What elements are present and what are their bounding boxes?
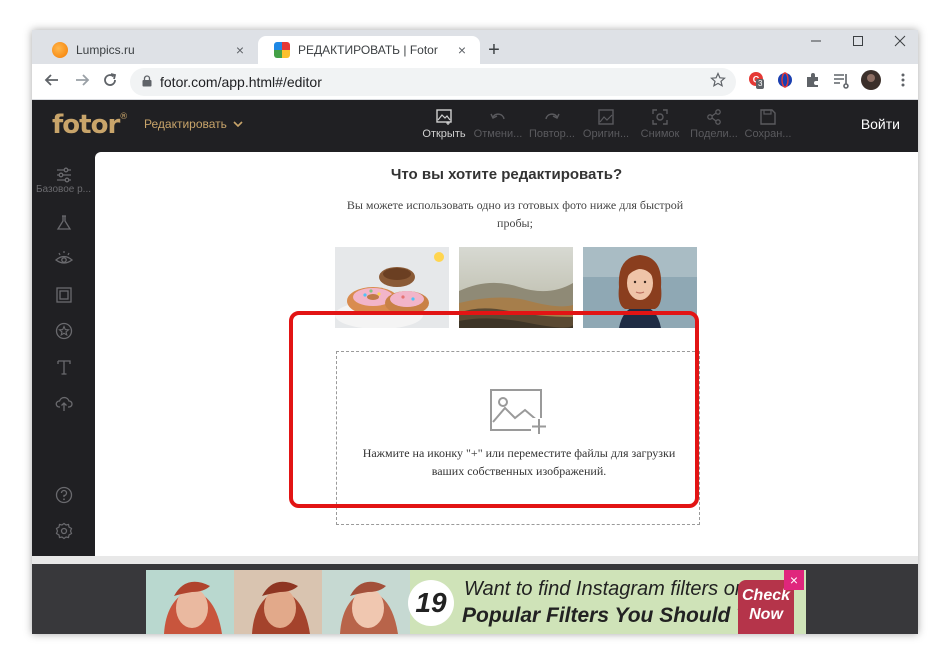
sidebar-item-stickers[interactable]	[32, 322, 95, 340]
gear-icon	[55, 522, 72, 540]
save-button[interactable]: Сохран...	[742, 108, 794, 140]
sidebar-item-help[interactable]	[32, 486, 95, 504]
open-button[interactable]: Открыть	[418, 108, 470, 140]
ad-image-woman-2	[234, 570, 322, 634]
frame-icon	[55, 287, 72, 303]
adblock-extension-icon[interactable]: C 3	[748, 71, 766, 89]
close-window-icon[interactable]	[890, 34, 910, 50]
tab-close-icon[interactable]: ×	[454, 42, 470, 58]
cloud-upload-icon	[55, 396, 73, 411]
tab-lumpics[interactable]: Lumpics.ru ×	[36, 36, 258, 64]
eye-icon	[54, 251, 73, 264]
browser-menu-icon[interactable]	[894, 71, 912, 89]
fotor-logo[interactable]: fotor®	[52, 110, 128, 140]
ad-number: 19	[408, 580, 454, 626]
reload-icon[interactable]	[100, 72, 120, 93]
panel-bottom-divider	[32, 556, 918, 564]
tool-label: Повтор...	[529, 128, 575, 140]
url-text: fotor.com/app.html#/editor	[160, 74, 322, 90]
sidebar-item-effects[interactable]	[32, 214, 95, 232]
tab-fotor[interactable]: РЕДАКТИРОВАТЬ | Fotor ×	[258, 36, 480, 64]
undo-button[interactable]: Отмени...	[472, 108, 524, 140]
address-bar[interactable]: fotor.com/app.html#/editor	[130, 68, 736, 96]
tool-label: Отмени...	[473, 128, 523, 140]
new-tab-button[interactable]: +	[484, 40, 504, 60]
text-icon	[56, 360, 71, 375]
snapshot-icon	[652, 109, 668, 125]
bookmark-star-icon[interactable]	[710, 72, 726, 93]
panel-subtext: Вы можете использовать одно из готовых ф…	[346, 198, 684, 230]
ad-subheadline: Popular Filters You Should Try	[462, 604, 769, 627]
profile-avatar[interactable]	[860, 69, 882, 91]
tab-strip: Lumpics.ru × РЕДАКТИРОВАТЬ | Fotor × +	[32, 30, 918, 64]
ad-close-button[interactable]: ×	[784, 570, 804, 590]
save-icon	[760, 109, 776, 125]
snapshot-button[interactable]: Снимок	[634, 108, 686, 140]
fotor-header: fotor® Редактировать Открыть Отмени... П…	[32, 100, 918, 150]
lumpics-favicon-icon	[52, 42, 68, 58]
original-icon	[598, 109, 614, 125]
flask-icon	[56, 215, 71, 230]
ad-cta-line2: Now	[749, 606, 783, 623]
tools-sidebar: Базовое р...	[32, 150, 95, 560]
ad-cta-line1: Check	[741, 587, 791, 604]
vpn-extension-icon[interactable]	[776, 71, 794, 89]
fotor-favicon-icon	[274, 42, 290, 58]
tab-title: Lumpics.ru	[76, 43, 135, 57]
red-highlight-frame	[289, 311, 699, 508]
chevron-down-icon	[233, 121, 243, 127]
back-arrow-icon[interactable]	[42, 72, 62, 93]
sidebar-item-upload[interactable]	[32, 394, 95, 412]
edit-mode-dropdown[interactable]: Редактировать	[144, 117, 243, 131]
ad-banner[interactable]: 19 Want to find Instagram filters online…	[146, 570, 806, 634]
ad-image-woman-1	[146, 570, 234, 634]
tab-close-icon[interactable]: ×	[232, 42, 248, 58]
forward-arrow-icon[interactable]	[72, 72, 92, 93]
extension-badge: 3	[756, 79, 765, 89]
sidebar-item-label: Базовое р...	[35, 184, 92, 195]
redo-icon	[545, 113, 560, 120]
help-question-icon	[55, 486, 72, 504]
sidebar-item-beauty[interactable]	[32, 250, 95, 268]
tool-label: Открыть	[422, 128, 466, 140]
sidebar-item-text[interactable]	[32, 358, 95, 376]
tool-label: Оригин...	[582, 128, 630, 140]
edit-mode-label: Редактировать	[144, 117, 227, 131]
tool-label: Снимок	[640, 128, 680, 140]
panel-heading: Что вы хотите редактировать?	[390, 166, 623, 183]
lock-icon	[142, 75, 152, 87]
sliders-icon	[56, 167, 71, 183]
reading-list-icon[interactable]	[832, 71, 850, 89]
maximize-icon[interactable]	[848, 34, 868, 50]
extensions-puzzle-icon[interactable]	[804, 71, 822, 89]
undo-icon	[490, 113, 505, 120]
share-icon	[707, 109, 721, 125]
redo-button[interactable]: Повтор...	[526, 108, 578, 140]
tool-label: Подели...	[690, 128, 738, 140]
tab-title: РЕДАКТИРОВАТЬ | Fotor	[298, 43, 438, 57]
ad-image-woman-3	[322, 570, 410, 634]
original-button[interactable]: Оригин...	[580, 108, 632, 140]
login-button[interactable]: Войти	[861, 116, 900, 132]
sidebar-item-basic[interactable]: Базовое р...	[32, 166, 95, 195]
minimize-icon[interactable]	[806, 34, 826, 50]
sidebar-item-settings[interactable]	[32, 522, 95, 540]
sticker-star-icon	[55, 322, 72, 340]
tool-label: Сохран...	[744, 128, 792, 140]
open-image-icon	[436, 109, 452, 125]
sidebar-item-frames[interactable]	[32, 286, 95, 304]
share-button[interactable]: Подели...	[688, 108, 740, 140]
